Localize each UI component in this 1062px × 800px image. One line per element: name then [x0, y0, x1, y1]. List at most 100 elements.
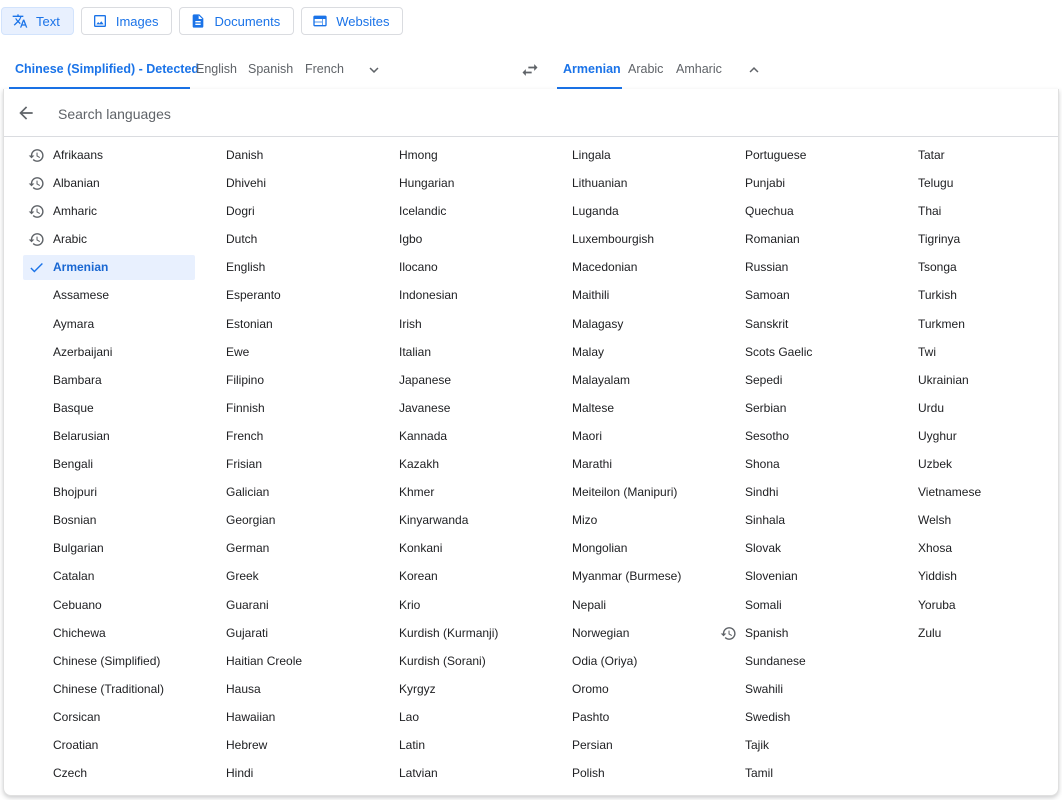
- language-option-sanskrit[interactable]: Sanskrit: [715, 312, 887, 337]
- language-option-mizo[interactable]: Mizo: [542, 508, 714, 533]
- language-option-javanese[interactable]: Javanese: [369, 396, 541, 421]
- language-option-belarusian[interactable]: Belarusian: [23, 424, 195, 449]
- language-option-sinhala[interactable]: Sinhala: [715, 508, 887, 533]
- language-option-irish[interactable]: Irish: [369, 312, 541, 337]
- language-option-sundanese[interactable]: Sundanese: [715, 649, 887, 674]
- source-expand-button[interactable]: [362, 58, 386, 82]
- language-option-basque[interactable]: Basque: [23, 396, 195, 421]
- language-option-pashto[interactable]: Pashto: [542, 705, 714, 730]
- language-option-corsican[interactable]: Corsican: [23, 705, 195, 730]
- language-option-georgian[interactable]: Georgian: [196, 508, 368, 533]
- language-option-romanian[interactable]: Romanian: [715, 227, 887, 252]
- source-tab-french[interactable]: French: [299, 52, 350, 89]
- language-option-japanese[interactable]: Japanese: [369, 368, 541, 393]
- language-option-greek[interactable]: Greek: [196, 564, 368, 589]
- language-option-malay[interactable]: Malay: [542, 340, 714, 365]
- language-option-oromo[interactable]: Oromo: [542, 677, 714, 702]
- language-option-swedish[interactable]: Swedish: [715, 705, 887, 730]
- language-option-haitian-creole[interactable]: Haitian Creole: [196, 649, 368, 674]
- language-option-swahili[interactable]: Swahili: [715, 677, 887, 702]
- language-option-gujarati[interactable]: Gujarati: [196, 621, 368, 646]
- language-option-tamil[interactable]: Tamil: [715, 761, 887, 786]
- language-option-chinese-simplified[interactable]: Chinese (Simplified): [23, 649, 195, 674]
- language-option-luxembourgish[interactable]: Luxembourgish: [542, 227, 714, 252]
- language-option-shona[interactable]: Shona: [715, 452, 887, 477]
- language-option-quechua[interactable]: Quechua: [715, 199, 887, 224]
- search-languages-input[interactable]: [56, 99, 660, 129]
- language-option-assamese[interactable]: Assamese: [23, 283, 195, 308]
- language-option-scots-gaelic[interactable]: Scots Gaelic: [715, 340, 887, 365]
- language-option-albanian[interactable]: Albanian: [23, 171, 195, 196]
- language-option-danish[interactable]: Danish: [196, 143, 368, 168]
- target-tab-amharic[interactable]: Amharic: [670, 52, 728, 89]
- language-option-chinese-traditional[interactable]: Chinese (Traditional): [23, 677, 195, 702]
- language-option-kazakh[interactable]: Kazakh: [369, 452, 541, 477]
- language-option-korean[interactable]: Korean: [369, 564, 541, 589]
- language-option-dhivehi[interactable]: Dhivehi: [196, 171, 368, 196]
- language-option-hindi[interactable]: Hindi: [196, 761, 368, 786]
- language-option-mongolian[interactable]: Mongolian: [542, 536, 714, 561]
- language-option-twi[interactable]: Twi: [888, 340, 1060, 365]
- language-option-ilocano[interactable]: Ilocano: [369, 255, 541, 280]
- language-option-aymara[interactable]: Aymara: [23, 312, 195, 337]
- language-option-welsh[interactable]: Welsh: [888, 508, 1060, 533]
- language-option-chichewa[interactable]: Chichewa: [23, 621, 195, 646]
- language-option-tigrinya[interactable]: Tigrinya: [888, 227, 1060, 252]
- language-option-sesotho[interactable]: Sesotho: [715, 424, 887, 449]
- language-option-meiteilon-manipuri[interactable]: Meiteilon (Manipuri): [542, 480, 714, 505]
- language-option-lao[interactable]: Lao: [369, 705, 541, 730]
- language-option-hungarian[interactable]: Hungarian: [369, 171, 541, 196]
- text-mode-button[interactable]: Text: [1, 7, 74, 35]
- language-option-french[interactable]: French: [196, 424, 368, 449]
- language-option-bambara[interactable]: Bambara: [23, 368, 195, 393]
- language-option-sepedi[interactable]: Sepedi: [715, 368, 887, 393]
- language-option-norwegian[interactable]: Norwegian: [542, 621, 714, 646]
- language-option-czech[interactable]: Czech: [23, 761, 195, 786]
- language-option-maltese[interactable]: Maltese: [542, 396, 714, 421]
- language-option-kurdish-kurmanji[interactable]: Kurdish (Kurmanji): [369, 621, 541, 646]
- language-option-latvian[interactable]: Latvian: [369, 761, 541, 786]
- websites-mode-button[interactable]: Websites: [301, 7, 404, 35]
- language-option-polish[interactable]: Polish: [542, 761, 714, 786]
- language-option-malayalam[interactable]: Malayalam: [542, 368, 714, 393]
- language-option-bengali[interactable]: Bengali: [23, 452, 195, 477]
- language-option-slovak[interactable]: Slovak: [715, 536, 887, 561]
- language-option-maori[interactable]: Maori: [542, 424, 714, 449]
- language-option-tajik[interactable]: Tajik: [715, 733, 887, 758]
- language-option-dutch[interactable]: Dutch: [196, 227, 368, 252]
- language-option-bulgarian[interactable]: Bulgarian: [23, 536, 195, 561]
- language-option-macedonian[interactable]: Macedonian: [542, 255, 714, 280]
- language-option-afrikaans[interactable]: Afrikaans: [23, 143, 195, 168]
- language-option-estonian[interactable]: Estonian: [196, 312, 368, 337]
- language-option-latin[interactable]: Latin: [369, 733, 541, 758]
- language-option-uzbek[interactable]: Uzbek: [888, 452, 1060, 477]
- language-option-kinyarwanda[interactable]: Kinyarwanda: [369, 508, 541, 533]
- language-option-ukrainian[interactable]: Ukrainian: [888, 368, 1060, 393]
- language-option-krio[interactable]: Krio: [369, 593, 541, 618]
- language-option-sindhi[interactable]: Sindhi: [715, 480, 887, 505]
- language-option-nepali[interactable]: Nepali: [542, 593, 714, 618]
- language-option-hebrew[interactable]: Hebrew: [196, 733, 368, 758]
- language-option-russian[interactable]: Russian: [715, 255, 887, 280]
- target-tab-arabic[interactable]: Arabic: [622, 52, 669, 89]
- swap-languages-button[interactable]: [518, 58, 542, 82]
- language-option-somali[interactable]: Somali: [715, 593, 887, 618]
- language-option-turkish[interactable]: Turkish: [888, 283, 1060, 308]
- language-option-thai[interactable]: Thai: [888, 199, 1060, 224]
- language-option-igbo[interactable]: Igbo: [369, 227, 541, 252]
- language-option-serbian[interactable]: Serbian: [715, 396, 887, 421]
- language-option-hausa[interactable]: Hausa: [196, 677, 368, 702]
- language-option-indonesian[interactable]: Indonesian: [369, 283, 541, 308]
- language-option-punjabi[interactable]: Punjabi: [715, 171, 887, 196]
- language-option-german[interactable]: German: [196, 536, 368, 561]
- language-option-guarani[interactable]: Guarani: [196, 593, 368, 618]
- language-option-odia-oriya[interactable]: Odia (Oriya): [542, 649, 714, 674]
- source-tab-detected[interactable]: Chinese (Simplified) - Detected: [9, 52, 199, 89]
- language-option-vietnamese[interactable]: Vietnamese: [888, 480, 1060, 505]
- source-tab-english[interactable]: English: [190, 52, 243, 89]
- documents-mode-button[interactable]: Documents: [179, 7, 295, 35]
- language-option-tatar[interactable]: Tatar: [888, 143, 1060, 168]
- language-option-kannada[interactable]: Kannada: [369, 424, 541, 449]
- language-option-arabic[interactable]: Arabic: [23, 227, 195, 252]
- target-tab-armenian[interactable]: Armenian: [557, 52, 622, 89]
